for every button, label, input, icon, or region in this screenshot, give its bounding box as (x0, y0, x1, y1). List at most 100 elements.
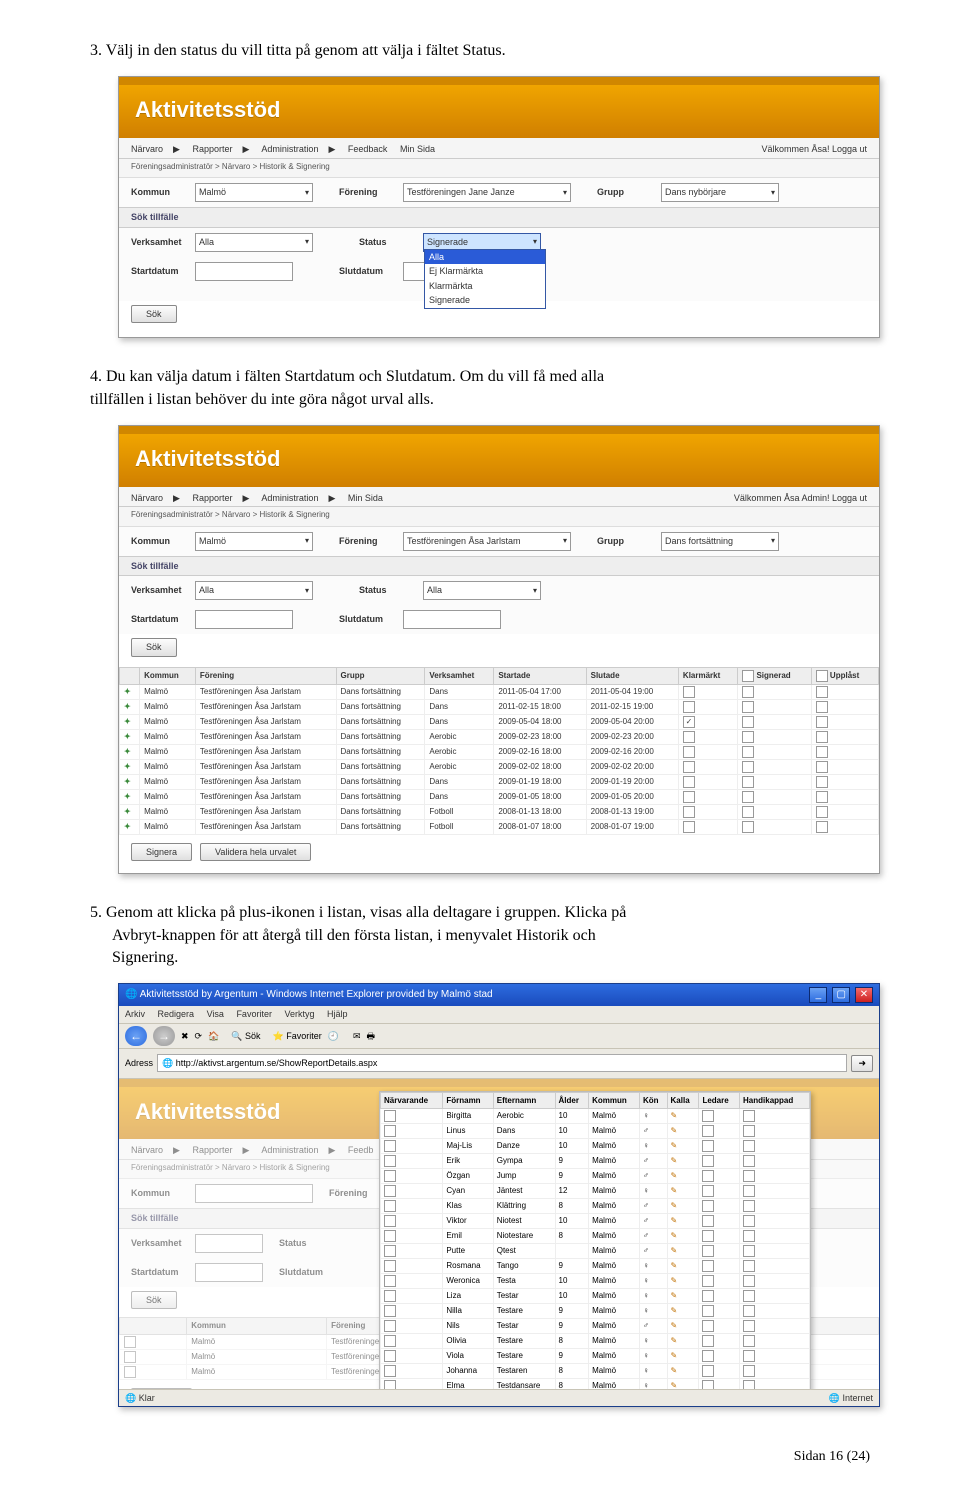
select-forening[interactable]: Testföreningen Åsa Jarlstam▾ (403, 532, 571, 551)
ledare-checkbox[interactable] (702, 1335, 714, 1347)
ledare-checkbox[interactable] (702, 1185, 714, 1197)
signerad-checkbox[interactable] (742, 761, 754, 773)
upplast-checkbox[interactable] (816, 701, 828, 713)
edit-icon[interactable]: ✎ (671, 1171, 678, 1180)
edit-icon[interactable]: ✎ (671, 1351, 678, 1360)
forward-button[interactable]: → (153, 1026, 175, 1046)
ledare-checkbox[interactable] (702, 1275, 714, 1287)
edit-icon[interactable]: ✎ (671, 1186, 678, 1195)
select-kommun[interactable]: Malmö▾ (195, 183, 313, 202)
upplast-checkbox[interactable] (816, 776, 828, 788)
narvarande-checkbox[interactable] (384, 1215, 396, 1227)
klarmarkt-checkbox[interactable] (683, 761, 695, 773)
handikappad-checkbox[interactable] (743, 1155, 755, 1167)
nav-minsida[interactable]: Min Sida (400, 144, 435, 154)
nav-rapporter[interactable]: Rapporter (192, 493, 232, 503)
handikappad-checkbox[interactable] (743, 1215, 755, 1227)
status-option-alla[interactable]: Alla (425, 250, 545, 265)
ledare-checkbox[interactable] (702, 1230, 714, 1242)
ledare-checkbox[interactable] (702, 1110, 714, 1122)
narvarande-checkbox[interactable] (384, 1170, 396, 1182)
close-button[interactable]: ✕ (855, 987, 873, 1003)
narvarande-checkbox[interactable] (384, 1245, 396, 1257)
narvarande-checkbox[interactable] (384, 1320, 396, 1332)
back-button[interactable]: ← (125, 1026, 147, 1046)
handikappad-checkbox[interactable] (743, 1140, 755, 1152)
narvarande-checkbox[interactable] (384, 1380, 396, 1389)
klarmarkt-checkbox[interactable] (683, 746, 695, 758)
narvarande-checkbox[interactable] (384, 1290, 396, 1302)
handikappad-checkbox[interactable] (743, 1170, 755, 1182)
menu-redigera[interactable]: Redigera (158, 1009, 195, 1019)
narvarande-checkbox[interactable] (384, 1200, 396, 1212)
narvarande-checkbox[interactable] (384, 1305, 396, 1317)
signerad-checkbox[interactable] (742, 746, 754, 758)
edit-icon[interactable]: ✎ (671, 1276, 678, 1285)
refresh-icon[interactable]: ⟳ (195, 1030, 203, 1043)
handikappad-checkbox[interactable] (743, 1290, 755, 1302)
upplast-checkbox[interactable] (816, 731, 828, 743)
handikappad-checkbox[interactable] (743, 1320, 755, 1332)
signerad-checkbox[interactable] (742, 776, 754, 788)
narvarande-checkbox[interactable] (384, 1155, 396, 1167)
select-status[interactable]: Signerade▾ Alla Ej Klarmärkta Klarmärkta… (423, 233, 541, 252)
ledare-checkbox[interactable] (702, 1365, 714, 1377)
handikappad-checkbox[interactable] (743, 1260, 755, 1272)
input-startdatum[interactable] (195, 262, 293, 281)
go-button[interactable]: ➜ (851, 1055, 873, 1072)
signerad-checkbox[interactable] (742, 701, 754, 713)
edit-icon[interactable]: ✎ (671, 1321, 678, 1330)
narvarande-checkbox[interactable] (384, 1275, 396, 1287)
narvarande-checkbox[interactable] (384, 1230, 396, 1242)
handikappad-checkbox[interactable] (743, 1200, 755, 1212)
narvarande-checkbox[interactable] (384, 1185, 396, 1197)
signerad-checkbox[interactable] (742, 731, 754, 743)
mail-icon[interactable]: ✉ (353, 1030, 361, 1043)
ledare-checkbox[interactable] (702, 1200, 714, 1212)
ledare-checkbox[interactable] (702, 1305, 714, 1317)
upplast-checkbox[interactable] (816, 806, 828, 818)
plus-icon[interactable]: ✦ (124, 732, 131, 741)
validera-button[interactable]: Validera hela urvalet (200, 843, 311, 862)
edit-icon[interactable]: ✎ (671, 1306, 678, 1315)
nav-rapporter[interactable]: Rapporter (192, 144, 232, 154)
ledare-checkbox[interactable] (702, 1320, 714, 1332)
signerad-checkbox[interactable] (742, 686, 754, 698)
ledare-checkbox[interactable] (702, 1215, 714, 1227)
edit-icon[interactable]: ✎ (671, 1216, 678, 1225)
handikappad-checkbox[interactable] (743, 1185, 755, 1197)
plus-icon[interactable]: ✦ (124, 792, 131, 801)
nav-narvaro[interactable]: Närvaro (131, 493, 163, 503)
history-icon[interactable]: 🕘 (328, 1030, 339, 1043)
plus-icon[interactable]: ✦ (124, 807, 131, 816)
klarmarkt-checkbox[interactable] (683, 731, 695, 743)
upplast-checkbox[interactable] (816, 821, 828, 833)
ledare-checkbox[interactable] (702, 1350, 714, 1362)
narvarande-checkbox[interactable] (384, 1140, 396, 1152)
edit-icon[interactable]: ✎ (671, 1291, 678, 1300)
home-icon[interactable]: 🏠 (208, 1030, 219, 1043)
plus-icon[interactable]: ✦ (124, 747, 131, 756)
input-startdatum[interactable] (195, 610, 293, 629)
narvarande-checkbox[interactable] (384, 1365, 396, 1377)
handikappad-checkbox[interactable] (743, 1365, 755, 1377)
nav-feedback[interactable]: Feedback (348, 144, 388, 154)
select-forening[interactable]: Testföreningen Jane Janze▾ (403, 183, 571, 202)
ledare-checkbox[interactable] (702, 1140, 714, 1152)
status-option-klarmarkta[interactable]: Klarmärkta (425, 279, 545, 294)
max-button[interactable]: ▢ (832, 987, 850, 1003)
handikappad-checkbox[interactable] (743, 1125, 755, 1137)
edit-icon[interactable]: ✎ (671, 1231, 678, 1240)
handikappad-checkbox[interactable] (743, 1305, 755, 1317)
signerad-checkbox[interactable] (742, 791, 754, 803)
klarmarkt-checkbox[interactable] (683, 776, 695, 788)
print-icon[interactable]: 🖶 (367, 1030, 376, 1043)
signera-button[interactable]: Signera (131, 843, 192, 862)
menu-favoriter[interactable]: Favoriter (236, 1009, 272, 1019)
select-status[interactable]: Alla▾ (423, 581, 541, 600)
ledare-checkbox[interactable] (702, 1260, 714, 1272)
select-grupp[interactable]: Dans nybörjare▾ (661, 183, 779, 202)
ledare-checkbox[interactable] (702, 1170, 714, 1182)
ledare-checkbox[interactable] (702, 1380, 714, 1389)
menu-verktyg[interactable]: Verktyg (284, 1009, 314, 1019)
